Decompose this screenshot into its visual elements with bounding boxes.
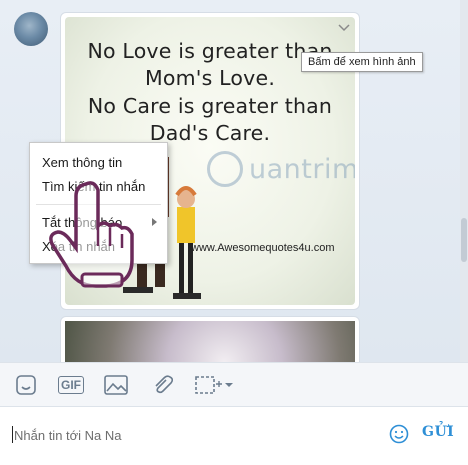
avatar[interactable] bbox=[14, 12, 48, 46]
watermark: uantrimang bbox=[207, 151, 355, 187]
gif-icon: GIF bbox=[58, 376, 84, 394]
submenu-arrow-icon bbox=[152, 218, 157, 226]
quote-line: No Care is greater than bbox=[87, 94, 333, 118]
pointing-hand-icon bbox=[49, 181, 134, 288]
screenshot-icon bbox=[195, 376, 233, 394]
image-message[interactable] bbox=[60, 316, 360, 362]
attach-button[interactable] bbox=[149, 373, 175, 397]
poster-website: www.Awesomequotes4u.com bbox=[191, 242, 335, 254]
screenshot-button[interactable] bbox=[193, 373, 235, 397]
gif-button[interactable]: GIF bbox=[58, 373, 84, 397]
menu-item-view-info[interactable]: Xem thông tin bbox=[42, 155, 122, 170]
message-input[interactable] bbox=[14, 423, 374, 447]
send-button[interactable]: GỬI bbox=[422, 424, 454, 440]
flower-image[interactable] bbox=[65, 321, 355, 362]
composer: GỬI bbox=[0, 406, 468, 465]
chevron-down-icon[interactable] bbox=[337, 23, 351, 33]
watermark-logo-icon bbox=[207, 151, 243, 187]
attachment-icon bbox=[155, 375, 173, 394]
tooltip: Bấm để xem hình ảnh bbox=[301, 52, 423, 72]
chat-area: No Love is greater than Mom's Love. No C… bbox=[0, 0, 468, 362]
scrollbar-thumb[interactable] bbox=[461, 218, 467, 262]
text-caret bbox=[12, 426, 13, 443]
emoji-icon[interactable] bbox=[389, 424, 409, 444]
sticker-button[interactable] bbox=[14, 373, 38, 397]
scrollbar[interactable] bbox=[460, 0, 468, 362]
emoji-icon bbox=[16, 375, 36, 395]
image-button[interactable] bbox=[103, 373, 129, 397]
composer-toolbar: GIF bbox=[0, 362, 468, 406]
image-icon bbox=[104, 375, 128, 395]
